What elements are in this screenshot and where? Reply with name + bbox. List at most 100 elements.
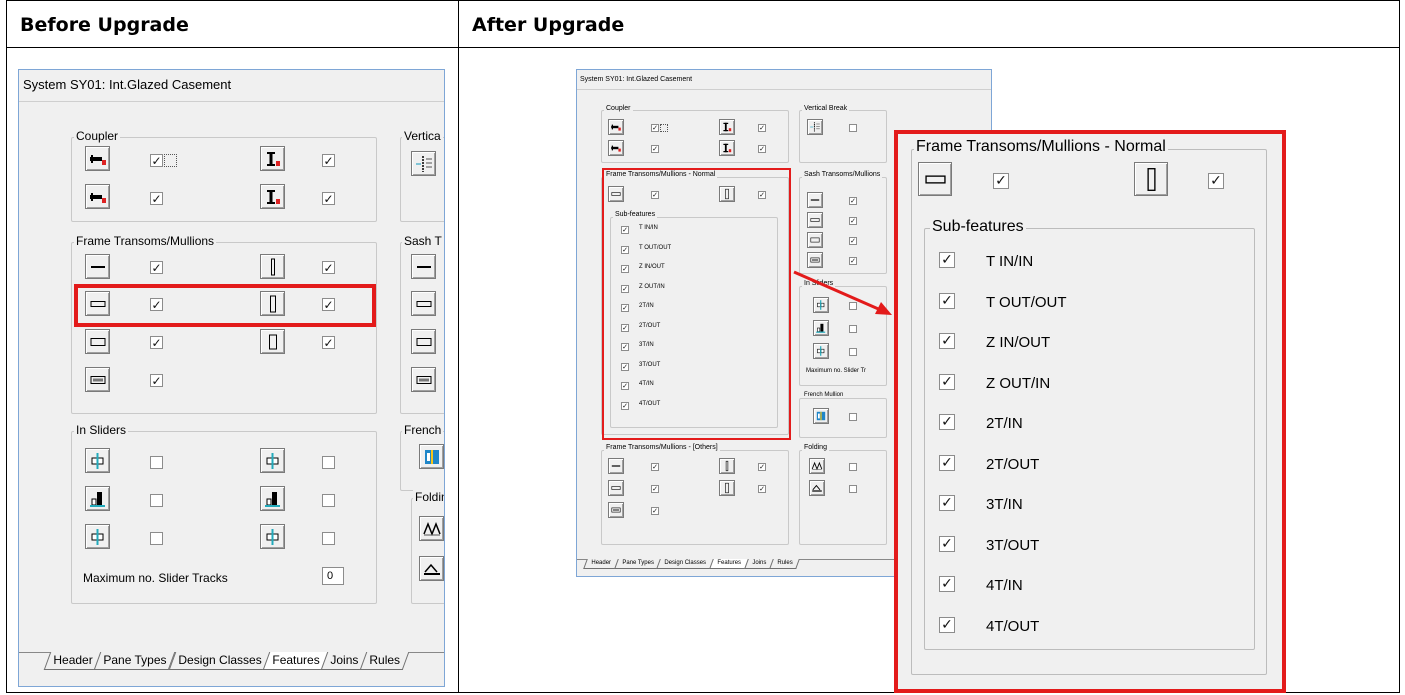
after-frame-others-v-button-2[interactable]: [719, 480, 735, 496]
before-slider-checkbox-3[interactable]: [150, 494, 163, 507]
before-sash-button-2[interactable]: [411, 291, 436, 316]
before-frame-v-checkbox-3[interactable]: ✓: [322, 336, 335, 349]
before-slider-checkbox-6[interactable]: [322, 532, 335, 545]
after-frame-others-v-checkbox-2[interactable]: ✓: [758, 485, 766, 493]
h-filled-icon: [90, 375, 105, 384]
v-rect-icon: [725, 482, 729, 494]
before-ibeam-a-button[interactable]: [260, 146, 285, 171]
before-french-button[interactable]: [419, 444, 444, 469]
after-sash-checkbox-2[interactable]: ✓: [849, 217, 857, 225]
after-max-tracks-label: Maximum no. Slider Tr: [806, 368, 867, 374]
before-slider-checkbox-1[interactable]: [150, 456, 163, 469]
after-folding-checkbox-1[interactable]: [849, 463, 857, 471]
before-coupler-a-button[interactable]: [85, 146, 110, 171]
after-coupler-a-focus-checkbox[interactable]: [660, 124, 668, 132]
before-tab-pane-types[interactable]: Pane Types: [94, 652, 176, 670]
h-filled-icon: [416, 375, 431, 384]
after-tab-pane-types[interactable]: Pane Types: [613, 559, 662, 569]
before-slider-button-1[interactable]: [85, 448, 110, 473]
after-frame-others-h-checkbox-3[interactable]: ✓: [651, 507, 659, 515]
before-coupler-b-button[interactable]: [85, 184, 110, 209]
after-frame-others-h-checkbox-1[interactable]: ✓: [651, 463, 659, 471]
after-slider-checkbox-3[interactable]: [849, 348, 857, 356]
after-sash-checkbox-4[interactable]: ✓: [849, 257, 857, 265]
after-frame-others-v-button-1[interactable]: [719, 458, 735, 474]
before-ibeam-a-checkbox[interactable]: ✓: [322, 154, 335, 167]
before-coupler-b-checkbox[interactable]: ✓: [150, 192, 163, 205]
before-frame-label: Frame Transoms/Mullions: [74, 234, 217, 248]
before-slider-button-6[interactable]: [260, 524, 285, 549]
after-folding-button-1[interactable]: [809, 458, 825, 474]
after-sash-button-3[interactable]: [807, 232, 823, 248]
before-vertical-break-button[interactable]: [411, 151, 436, 176]
after-sash-checkbox-1[interactable]: ✓: [849, 197, 857, 205]
after-tab-rules[interactable]: Rules: [768, 559, 800, 569]
before-slider-button-2[interactable]: [260, 448, 285, 473]
before-slider-checkbox-2[interactable]: [322, 456, 335, 469]
after-ibeam-a-button[interactable]: [719, 119, 735, 135]
before-frame-h-checkbox-3[interactable]: ✓: [150, 336, 163, 349]
h-thin-icon: [90, 265, 105, 268]
before-slider-button-3[interactable]: [85, 486, 110, 511]
after-vertical-break-button[interactable]: [807, 119, 823, 135]
before-sash-button-3[interactable]: [411, 329, 436, 354]
after-sash-button-1[interactable]: [807, 192, 823, 208]
before-slider-checkbox-5[interactable]: [150, 532, 163, 545]
after-sash-checkbox-3[interactable]: ✓: [849, 237, 857, 245]
after-coupler-a-button[interactable]: [608, 119, 624, 135]
before-tab-rules[interactable]: Rules: [360, 652, 410, 670]
before-max-tracks-input[interactable]: 0: [322, 567, 344, 585]
after-tab-label: Rules: [777, 560, 793, 566]
before-frame-h-checkbox-4[interactable]: ✓: [150, 374, 163, 387]
after-tab-features[interactable]: Features: [709, 559, 749, 569]
after-tab-design-classes[interactable]: Design Classes: [656, 559, 714, 569]
after-frame-others-h-button-2[interactable]: [608, 480, 624, 496]
before-ibeam-b-button[interactable]: [260, 184, 285, 209]
before-frame-h-button-3[interactable]: [85, 329, 110, 354]
after-frame-others-h-button-3[interactable]: [608, 502, 624, 518]
after-coupler-b-checkbox[interactable]: ✓: [651, 145, 659, 153]
after-slider-button-3[interactable]: [813, 343, 829, 359]
before-tab-features[interactable]: Features: [262, 652, 329, 670]
after-vertical-break-checkbox[interactable]: [849, 124, 857, 132]
before-frame-h-button-4[interactable]: [85, 367, 110, 392]
after-folding-button-2[interactable]: [809, 480, 825, 496]
after-tab-header[interactable]: Header: [583, 559, 619, 569]
before-tab-header[interactable]: Header: [43, 652, 102, 670]
before-tab-label: Header: [53, 653, 93, 667]
h-thin-icon: [611, 465, 621, 467]
before-french-label: French: [402, 423, 444, 437]
before-frame-h-checkbox-1[interactable]: ✓: [150, 261, 163, 274]
before-slider-button-4[interactable]: [260, 486, 285, 511]
after-window-title: System SY01: Int.Glazed Casement: [580, 76, 693, 83]
before-frame-v-button-1[interactable]: [260, 254, 285, 279]
before-folding-button-2[interactable]: [419, 556, 444, 581]
after-frame-others-h-button-1[interactable]: [608, 458, 624, 474]
callout-arrow: [793, 270, 892, 315]
after-frame-others-v-checkbox-1[interactable]: ✓: [758, 463, 766, 471]
before-coupler-a-checkbox[interactable]: ✓: [150, 154, 163, 167]
after-french-mullion-checkbox[interactable]: [849, 413, 857, 421]
before-sash-button-4[interactable]: [411, 367, 436, 392]
after-coupler-group: [601, 110, 789, 163]
after-coupler-b-button[interactable]: [608, 140, 624, 156]
before-frame-v-button-3[interactable]: [260, 329, 285, 354]
before-slider-button-5[interactable]: [85, 524, 110, 549]
before-sash-button-1[interactable]: [411, 254, 436, 279]
after-sash-button-4[interactable]: [807, 252, 823, 268]
before-tab-design-classes[interactable]: Design Classes: [168, 652, 271, 670]
after-coupler-a-checkbox[interactable]: ✓: [651, 124, 659, 132]
after-ibeam-a-checkbox[interactable]: ✓: [758, 124, 766, 132]
before-frame-h-button-1[interactable]: [85, 254, 110, 279]
before-coupler-a-focus-checkbox[interactable]: [164, 154, 177, 167]
after-ibeam-b-checkbox[interactable]: ✓: [758, 145, 766, 153]
after-ibeam-b-button[interactable]: [719, 140, 735, 156]
before-ibeam-b-checkbox[interactable]: ✓: [322, 192, 335, 205]
after-folding-checkbox-2[interactable]: [849, 485, 857, 493]
before-slider-checkbox-4[interactable]: [322, 494, 335, 507]
before-folding-button-1[interactable]: [419, 516, 444, 541]
before-frame-v-checkbox-1[interactable]: ✓: [322, 261, 335, 274]
after-sash-button-2[interactable]: [807, 212, 823, 228]
after-frame-others-h-checkbox-2[interactable]: ✓: [651, 485, 659, 493]
after-french-mullion-button[interactable]: [813, 408, 829, 424]
